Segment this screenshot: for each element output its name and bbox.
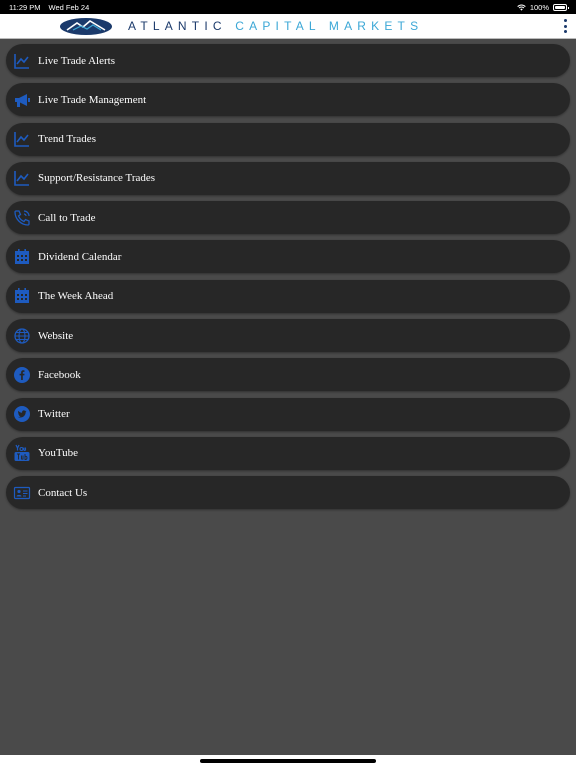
logo-word-capital-markets: CAPITAL MARKETS xyxy=(235,19,424,33)
wifi-icon xyxy=(517,4,526,11)
status-time: 11:29 PM xyxy=(9,2,41,12)
menu-item-call-to-trade[interactable]: Call to Trade xyxy=(6,201,570,235)
home-indicator xyxy=(0,755,576,768)
menu-item-label: Contact Us xyxy=(38,486,88,499)
contact-card-icon xyxy=(12,483,32,503)
menu-item-label: The Week Ahead xyxy=(38,290,114,303)
menu-item-the-week-ahead[interactable]: The Week Ahead xyxy=(6,279,570,313)
chart-line-icon xyxy=(12,168,32,188)
youtube-icon xyxy=(12,443,32,463)
more-menu-icon[interactable] xyxy=(562,19,568,33)
menu-item-support-resistance-trades[interactable]: Support/Resistance Trades xyxy=(6,161,570,195)
phone-icon xyxy=(12,208,32,228)
menu-list: Live Trade Alerts Live Trade Management … xyxy=(6,44,570,516)
menu-item-label: Trend Trades xyxy=(38,133,96,146)
facebook-icon xyxy=(12,365,32,385)
menu-item-live-trade-alerts[interactable]: Live Trade Alerts xyxy=(6,44,570,77)
battery-icon xyxy=(553,3,569,11)
status-right: 100% xyxy=(517,2,569,12)
status-date: Wed Feb 24 xyxy=(48,2,90,12)
menu-item-label: Website xyxy=(38,329,74,342)
logo-wordmark: ATLANTIC CAPITAL MARKETS xyxy=(128,19,423,33)
twitter-icon xyxy=(12,404,32,424)
menu-item-label: Facebook xyxy=(38,368,81,381)
logo-emblem-icon xyxy=(60,18,112,35)
home-indicator-bar[interactable] xyxy=(200,759,376,763)
app-header: ATLANTIC CAPITAL MARKETS xyxy=(0,14,576,39)
logo-word-atlantic: ATLANTIC xyxy=(128,19,227,33)
globe-icon xyxy=(12,326,32,346)
menu-item-twitter[interactable]: Twitter xyxy=(6,397,570,431)
menu-item-dividend-calendar[interactable]: Dividend Calendar xyxy=(6,240,570,274)
menu-item-label: Call to Trade xyxy=(38,211,96,224)
menu-item-youtube[interactable]: YouTube xyxy=(6,436,570,470)
megaphone-icon xyxy=(12,90,32,110)
menu-item-label: YouTube xyxy=(38,447,79,460)
chart-line-icon xyxy=(12,51,32,71)
menu-item-label: Twitter xyxy=(38,408,70,421)
menu-item-trend-trades[interactable]: Trend Trades xyxy=(6,122,570,156)
chart-line-icon xyxy=(12,129,32,149)
menu-item-label: Live Trade Management xyxy=(38,93,147,106)
menu-item-website[interactable]: Website xyxy=(6,319,570,353)
calendar-icon xyxy=(12,247,32,267)
menu-item-contact-us[interactable]: Contact Us xyxy=(6,476,570,510)
menu-item-label: Dividend Calendar xyxy=(38,250,122,263)
menu-item-facebook[interactable]: Facebook xyxy=(6,358,570,392)
menu-item-label: Support/Resistance Trades xyxy=(38,172,156,185)
status-bar: 11:29 PM Wed Feb 24 100% xyxy=(0,0,576,14)
menu-item-label: Live Trade Alerts xyxy=(38,54,115,67)
battery-percent: 100% xyxy=(529,2,549,12)
menu-item-live-trade-management[interactable]: Live Trade Management xyxy=(6,83,570,117)
calendar-icon xyxy=(12,286,32,306)
